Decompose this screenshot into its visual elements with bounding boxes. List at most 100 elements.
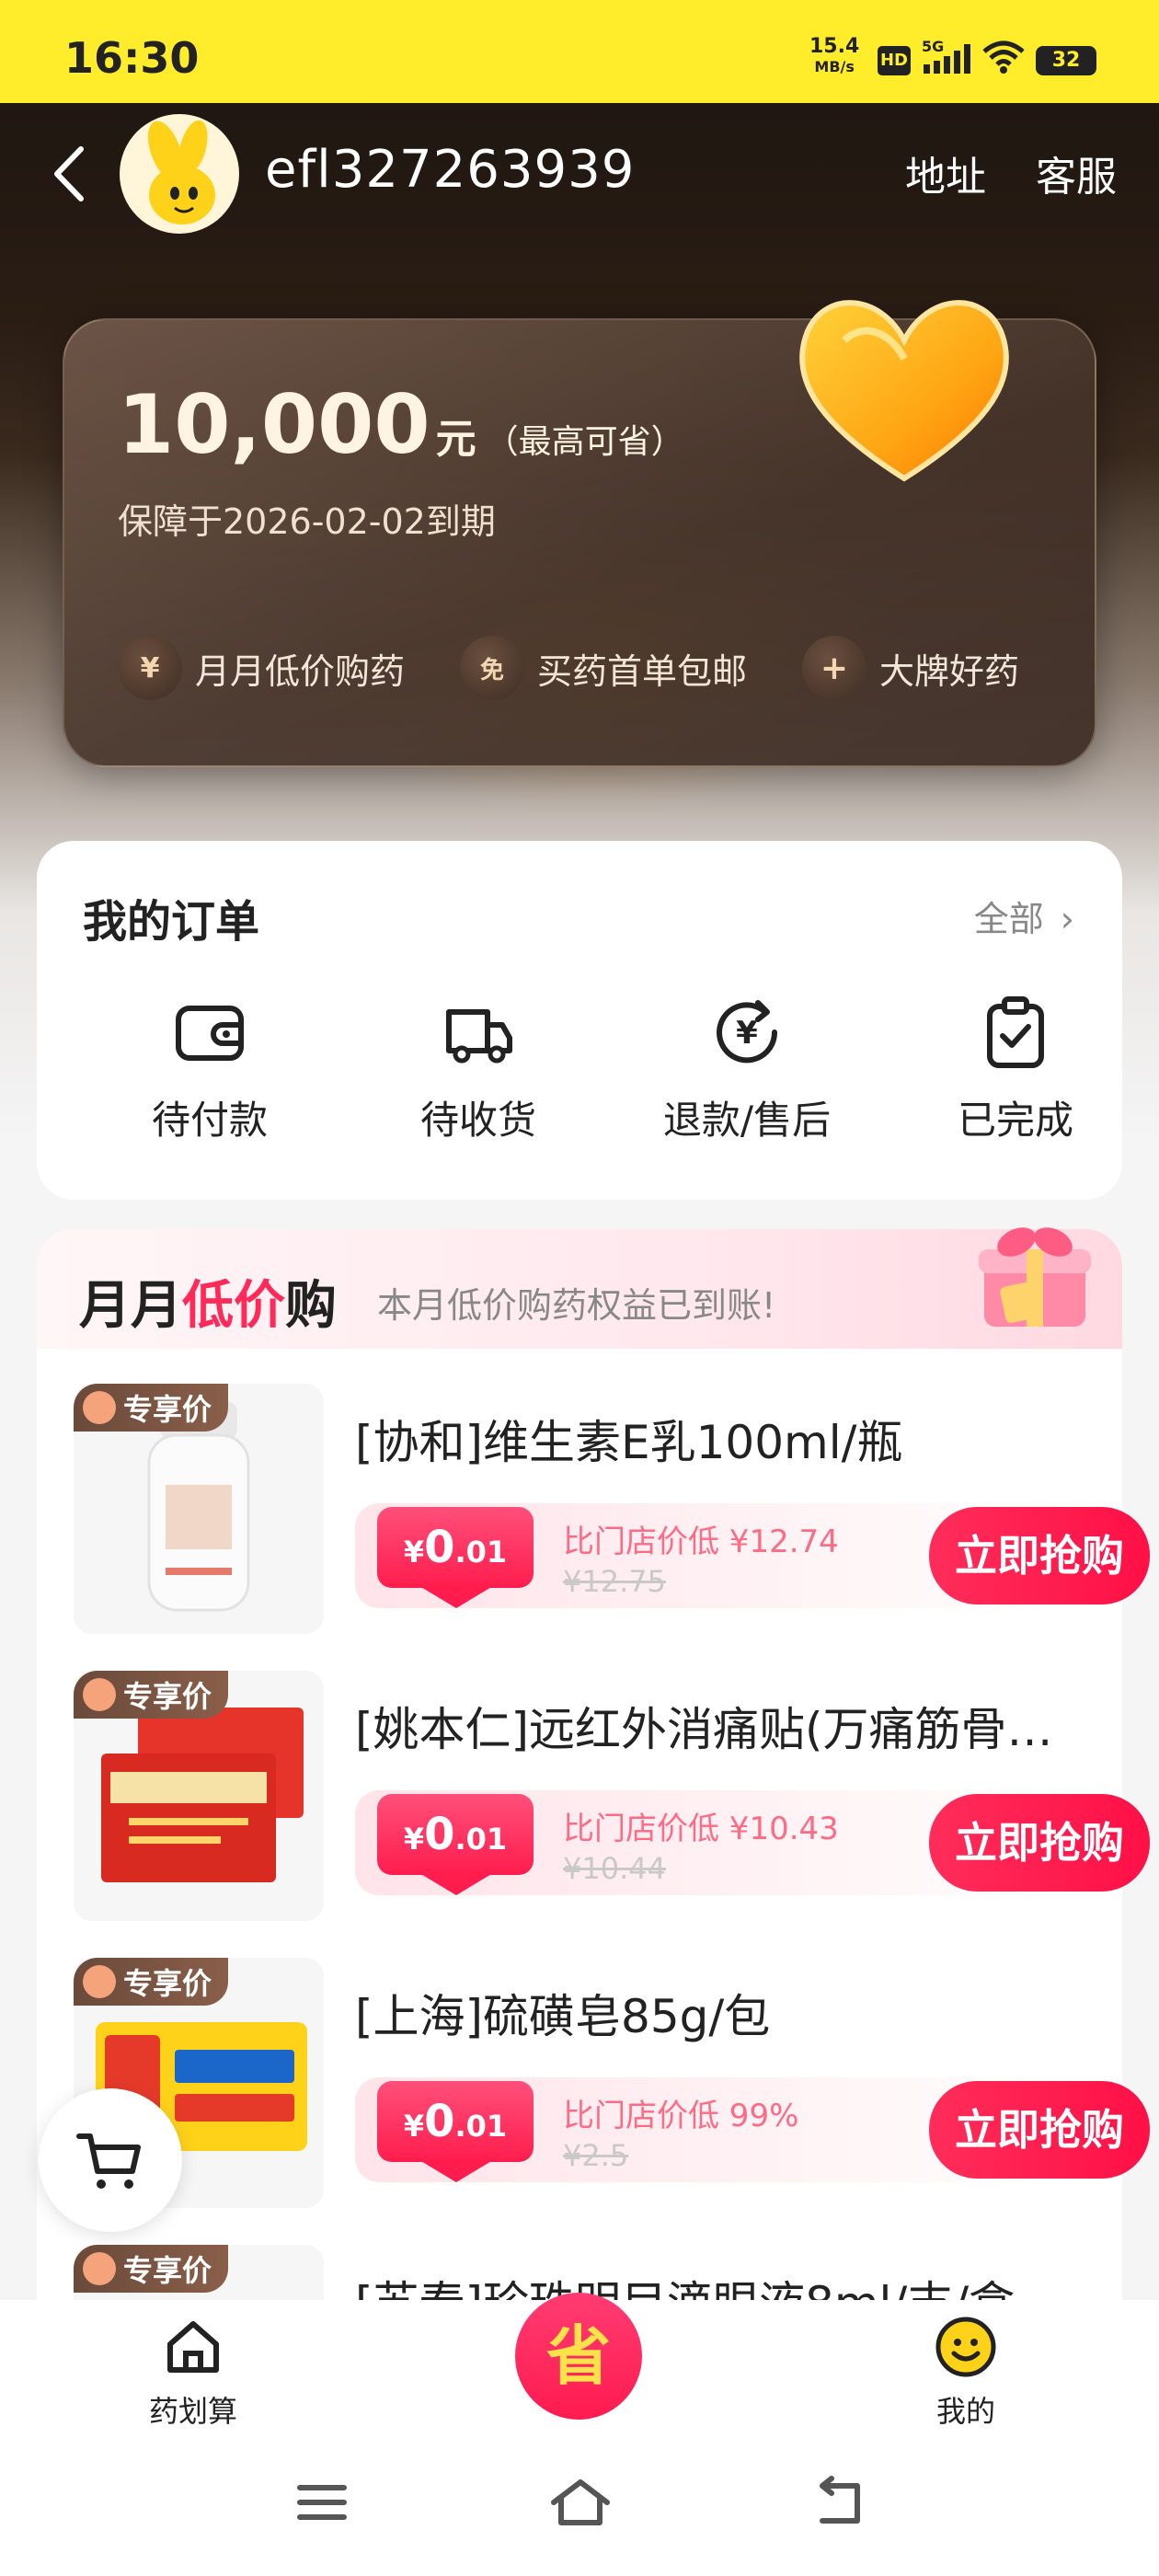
badge-arrow — [419, 1873, 493, 1895]
section-title-highlight: 低价 — [182, 1276, 285, 1336]
product-name: [姚本仁]远红外消痛贴(万痛筋骨… — [355, 1703, 1053, 1756]
cart-button[interactable] — [39, 2088, 182, 2232]
price-dec: .01 — [454, 1535, 508, 1570]
wallet-icon — [176, 1006, 244, 1061]
price-int: 0 — [424, 1809, 455, 1860]
tag-label: 专享价 — [123, 1679, 212, 1714]
section-title-part: 月月 — [79, 1276, 182, 1336]
original-price: ¥2.5 — [563, 2138, 629, 2173]
tag-label: 专享价 — [123, 2253, 212, 2288]
order-pending-payment[interactable]: 待付款 — [99, 994, 320, 1143]
benefit-label: 大牌好药 — [879, 650, 1020, 692]
center-save-button[interactable]: 省 — [515, 2293, 642, 2420]
product-card[interactable]: 专享价 [姚本仁]远红外消痛贴(万痛筋骨… ¥0.01 比门店价低 ¥10.43… — [74, 1671, 1150, 1928]
savings-unit: 元 — [435, 416, 476, 463]
price-int: 0 — [424, 2096, 455, 2147]
tab-label: 药划算 — [148, 2394, 237, 2429]
coin-icon — [83, 1965, 116, 1998]
network-label: 5G — [922, 39, 944, 55]
order-label: 已完成 — [957, 1098, 1073, 1143]
price-badge: ¥0.01 — [377, 2081, 534, 2162]
price-badge: ¥0.01 — [377, 1794, 534, 1875]
product-card[interactable]: 专享价 [上海]硫磺皂85g/包 ¥0.01 比门店价低 99% ¥2.5 立即… — [74, 1958, 1150, 2215]
buy-now-button[interactable]: 立即抢购 — [929, 2081, 1150, 2179]
order-refund[interactable]: ¥ 退款/售后 — [637, 994, 857, 1143]
customer-service-link[interactable]: 客服 — [1036, 144, 1117, 202]
price-badge: ¥0.01 — [377, 1507, 534, 1588]
buy-now-button[interactable]: 立即抢购 — [929, 1794, 1150, 1892]
medicine-bottle-icon: + — [802, 636, 866, 700]
product-name: [协和]维生素E乳100ml/瓶 — [355, 1416, 903, 1469]
system-back-icon[interactable] — [809, 2475, 865, 2530]
order-label: 待付款 — [151, 1098, 268, 1143]
orders-all-label: 全部 — [973, 899, 1044, 939]
order-label: 退款/售后 — [662, 1098, 832, 1143]
coin-icon — [83, 1391, 116, 1424]
avatar[interactable] — [120, 114, 239, 234]
top-nav: efl327263939 地址 客服 — [0, 103, 1159, 241]
original-price: ¥10.44 — [563, 1851, 666, 1886]
chevron-right-icon: › — [1060, 899, 1074, 939]
status-time: 16:30 — [64, 33, 200, 83]
product-name: [上海]硫磺皂85g/包 — [355, 1990, 771, 2043]
money-bag-icon: ¥ — [118, 636, 182, 700]
price-symbol: ¥ — [403, 2109, 425, 2144]
address-link[interactable]: 地址 — [905, 144, 986, 202]
coin-icon — [83, 2252, 116, 2285]
tag-label: 专享价 — [123, 1392, 212, 1427]
hd-badge: HD — [878, 46, 911, 75]
savings-amount-value: 10,000 — [118, 377, 430, 472]
username: efl327263939 — [265, 140, 636, 200]
expire-text: 保障于2026-02-02到期 — [118, 501, 496, 542]
buy-now-button[interactable]: 立即抢购 — [929, 1507, 1150, 1604]
order-label: 待收货 — [419, 1098, 536, 1143]
wifi-icon — [982, 40, 1025, 74]
back-arrow-icon[interactable] — [46, 142, 92, 206]
section-title-part: 购 — [285, 1276, 337, 1336]
signal-5g-icon: 5G — [922, 39, 970, 74]
original-price: ¥12.75 — [563, 1564, 666, 1599]
net-speed-value: 15.4 — [809, 35, 860, 58]
section-title: 月月低价购 — [79, 1264, 337, 1339]
benefit-label: 月月低价购药 — [195, 650, 406, 692]
orders-title: 我的订单 — [83, 896, 260, 948]
price-symbol: ¥ — [403, 1535, 425, 1570]
free-shipping-glyph: 免 — [479, 656, 504, 684]
bottom-tab-bar: 药划算 省 我的 — [0, 2293, 1159, 2438]
system-home-icon[interactable] — [548, 2475, 613, 2530]
benefits-row: ¥ 月月低价购药 免 买药首单包邮 + 大牌好药 — [118, 631, 1074, 705]
exclusive-price-tag: 专享价 — [74, 1384, 229, 1432]
menu-icon[interactable] — [294, 2475, 350, 2530]
tab-home[interactable]: 药划算 — [120, 2315, 267, 2431]
price-dec: .01 — [454, 1822, 508, 1857]
battery-indicator: 32 — [1036, 46, 1096, 75]
benefit-item: ¥ 月月低价购药 — [118, 631, 405, 705]
net-speed-unit: MB/s — [814, 58, 855, 75]
mascot-rabbit-icon — [147, 120, 215, 224]
benefit-item: + 大牌好药 — [802, 631, 1019, 705]
benefit-label: 买药首单包邮 — [537, 650, 748, 692]
order-pending-receipt[interactable]: 待收货 — [368, 994, 589, 1143]
money-bag-glyph: ¥ — [140, 651, 160, 684]
order-completed[interactable]: 已完成 — [905, 994, 1126, 1143]
exclusive-price-tag: 专享价 — [74, 1958, 229, 2006]
tab-me[interactable]: 我的 — [892, 2315, 1039, 2431]
price-bar: ¥0.01 比门店价低 99% ¥2.5 立即抢购 — [355, 2077, 1150, 2182]
savings-amount: 10,000 元（最高可省） — [118, 377, 684, 472]
net-speed: 15.4 MB/s — [809, 37, 859, 77]
status-bar: 16:30 15.4 MB/s HD 5G 32 — [0, 0, 1159, 103]
my-orders-card: 我的订单 全部 › 待付款 待收货 ¥ 退款/售后 已完成 — [37, 841, 1122, 1200]
price-symbol: ¥ — [403, 1822, 425, 1857]
product-card[interactable]: 专享价 [协和]维生素E乳100ml/瓶 ¥0.01 比门店价低 ¥12.74 … — [74, 1384, 1150, 1641]
savings-note: （最高可省） — [485, 423, 684, 461]
tag-label: 专享价 — [123, 1966, 212, 2001]
exclusive-price-tag: 专享价 — [74, 2245, 229, 2293]
svg-text:¥: ¥ — [736, 1015, 758, 1052]
shopping-cart-icon — [76, 2133, 141, 2189]
orders-all-link[interactable]: 全部 › — [974, 891, 1074, 941]
clipboard-check-icon — [987, 996, 1044, 1068]
monthly-low-price-section: 月月低价购 本月低价购药权益已到账! 专享价 [协和]维生素E乳100ml/瓶 … — [37, 1227, 1150, 2495]
compare-price: 比门店价低 99% — [563, 2098, 799, 2134]
tab-label: 我的 — [935, 2394, 995, 2429]
home-icon — [167, 2321, 219, 2373]
